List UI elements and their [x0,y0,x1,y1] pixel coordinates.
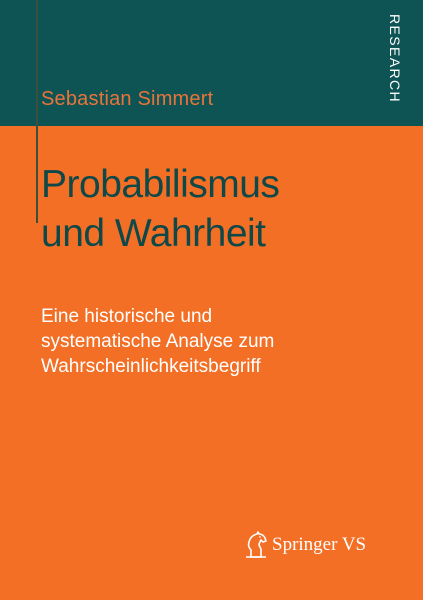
subtitle-line: Eine historische und [41,306,213,327]
book-subtitle: Eine historische und systematische Analy… [41,304,274,379]
series-label: RESEARCH [387,14,403,103]
vertical-divider [36,0,38,223]
book-title: Probabilismus und Wahrheit [41,160,280,258]
subtitle-line: Wahrscheinlichkeitsbegriff [41,356,261,378]
title-line: Probabilismus [41,163,280,206]
publisher-logo: Springer VS [244,531,366,559]
book-cover: Sebastian Simmert RESEARCH Probabilismus… [0,0,423,600]
springer-horse-icon [246,531,267,558]
author-name: Sebastian Simmert [41,88,214,110]
publisher-name: Springer VS [272,534,367,555]
subtitle-line: systematische Analyse zum [41,331,275,353]
title-line: und Wahrheit [41,212,266,256]
